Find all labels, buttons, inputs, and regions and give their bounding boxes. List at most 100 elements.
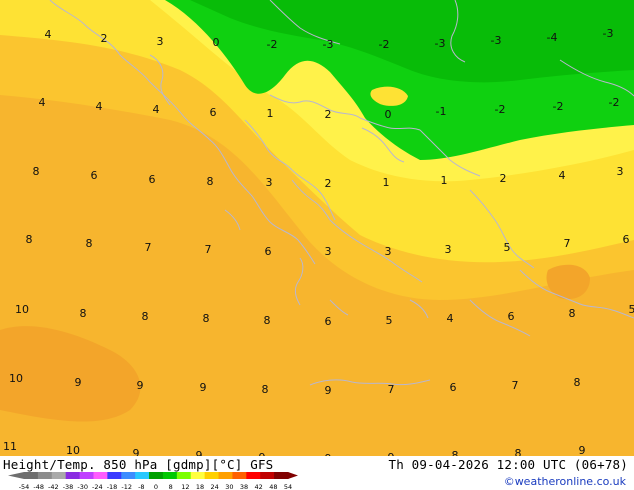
scale-tick-label: 54 <box>284 483 292 490</box>
scale-swatch <box>274 472 289 479</box>
contour-label: 3 <box>325 245 332 258</box>
contour-label: 7 <box>564 237 571 250</box>
contour-label: 8 <box>574 376 581 389</box>
contour-label: 8 <box>569 307 576 320</box>
contour-label: 8 <box>26 233 33 246</box>
scale-swatch <box>190 472 206 479</box>
contour-label: 3 <box>617 165 624 178</box>
contour-label: 6 <box>91 169 98 182</box>
scale-swatch <box>51 472 67 479</box>
map-datetime: Th 09-04-2026 12:00 UTC (06+78) <box>388 457 628 472</box>
scale-swatch <box>162 472 178 479</box>
contour-label: 8 <box>33 165 40 178</box>
scale-tick-label: -8 <box>138 483 144 490</box>
scale-tick-label: -18 <box>107 483 118 490</box>
scale-tick-label: 0 <box>154 483 158 490</box>
scale-swatch <box>24 472 39 479</box>
scale-tick-label: -42 <box>48 483 59 490</box>
contour-label: 6 <box>149 173 156 186</box>
scale-swatch <box>37 472 53 479</box>
contour-label: 4 <box>39 96 46 109</box>
contour-label: -3 <box>491 34 502 47</box>
scale-swatch <box>65 472 80 479</box>
scale-tick-label: 12 <box>181 483 189 490</box>
contour-label: 2 <box>500 172 507 185</box>
contour-label: 4 <box>96 100 103 113</box>
contour-label: 6 <box>210 106 217 119</box>
contour-label: 1 <box>441 174 448 187</box>
contour-label: 8 <box>264 314 271 327</box>
contour-label: 3 <box>157 35 164 48</box>
credit-link[interactable]: ©weatheronline.co.uk <box>504 475 626 488</box>
scale-tick-label: 42 <box>255 483 263 490</box>
contour-label: 5 <box>504 241 511 254</box>
scale-tick-label: 38 <box>240 483 248 490</box>
scale-tick-label: -30 <box>77 483 88 490</box>
contour-label: -3 <box>323 38 334 51</box>
scale-tick-label: -38 <box>63 483 74 490</box>
scale-swatch <box>149 472 164 479</box>
contour-label: 8 <box>203 312 210 325</box>
scale-swatch <box>232 472 247 479</box>
contour-label: -2 <box>553 100 564 113</box>
contour-label: 10 <box>9 372 23 385</box>
contour-label: 3 <box>266 176 273 189</box>
contour-label: 2 <box>101 32 108 45</box>
contour-label: 6 <box>265 245 272 258</box>
contour-label: -1 <box>436 105 447 118</box>
contour-label: -3 <box>435 37 446 50</box>
contour-label: 3 <box>385 245 392 258</box>
contour-label: 4 <box>153 103 160 116</box>
scale-swatch <box>135 472 150 479</box>
contour-label: 1 <box>267 107 274 120</box>
scale-tick-label: -54 <box>19 483 30 490</box>
contour-label: 6 <box>325 315 332 328</box>
contour-label: -2 <box>609 96 620 109</box>
contour-label: 4 <box>559 169 566 182</box>
contour-label: 9 <box>200 381 207 394</box>
contour-label: 9 <box>75 376 82 389</box>
contour-label: 8 <box>207 175 214 188</box>
contour-label: -4 <box>547 31 558 44</box>
contour-label: 8 <box>262 383 269 396</box>
contour-label: 4 <box>447 312 454 325</box>
contour-label: -2 <box>379 38 390 51</box>
contour-label: 6 <box>450 381 457 394</box>
scale-swatch <box>93 472 108 479</box>
scale-tick-label: 8 <box>169 483 173 490</box>
contour-label: -2 <box>267 38 278 51</box>
scale-swatch <box>79 472 94 479</box>
scale-tick-label: 48 <box>269 483 277 490</box>
contour-label: 10 <box>15 303 29 316</box>
contour-label: -3 <box>603 27 614 40</box>
scale-tick-label: -24 <box>92 483 103 490</box>
contour-label: 0 <box>213 36 220 49</box>
contour-label: 5 <box>386 314 393 327</box>
contour-label: 11 <box>3 440 17 453</box>
scale-tick-label: 30 <box>225 483 233 490</box>
contour-label: 9 <box>325 384 332 397</box>
weather-map: 4 2 3 0 -2 -3 -2 -3 -3 -4 -34 4 4 6 1 2 0 -1 -2 -2 -28 6 6 8 3 2 1… <box>0 0 634 490</box>
scale-swatch <box>107 472 122 479</box>
contour-label: 6 <box>623 233 630 246</box>
scale-swatch <box>246 472 261 479</box>
scale-tick-label: -12 <box>121 483 132 490</box>
contour-label: 7 <box>145 241 152 254</box>
contour-label: 1 <box>383 176 390 189</box>
contour-label: 6 <box>508 310 515 323</box>
scale-right-arrow <box>288 472 298 479</box>
contour-label: 3 <box>445 243 452 256</box>
scale-swatch <box>176 472 192 479</box>
contour-label: 7 <box>388 383 395 396</box>
scale-swatch <box>218 472 233 479</box>
contour-label: 5 <box>629 303 634 316</box>
contour-label: 0 <box>385 108 392 121</box>
contour-label: 2 <box>325 177 332 190</box>
contour-label: 8 <box>80 307 87 320</box>
scale-tick-label: 24 <box>211 483 219 490</box>
contour-label: 2 <box>325 108 332 121</box>
color-scale: -54 -48 -42 -38 -30 -24 -18 -12 -8 0 8 12 18 24 30 38 42… <box>8 472 298 490</box>
scale-swatch <box>204 472 219 479</box>
scale-left-arrow <box>8 472 24 479</box>
contour-label: 8 <box>86 237 93 250</box>
